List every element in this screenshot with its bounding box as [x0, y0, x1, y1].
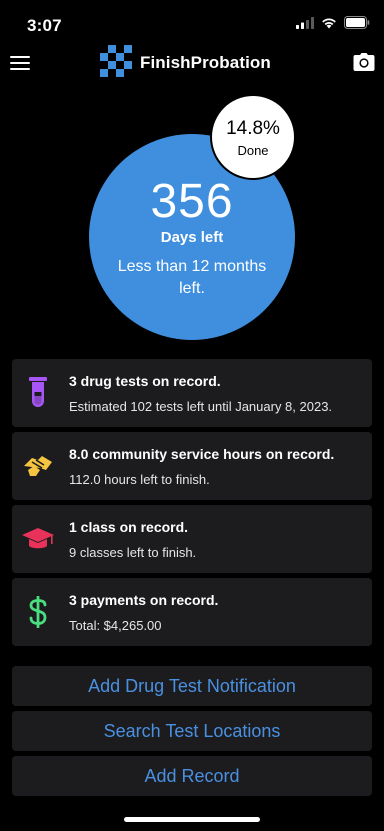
percent-done-badge: 14.8% Done — [212, 96, 294, 178]
camera-icon[interactable] — [353, 53, 375, 71]
status-time: 3:07 — [27, 16, 62, 35]
drug-tests-card[interactable]: 3 drug tests on record. Estimated 102 te… — [12, 359, 372, 427]
card-subtitle: 9 classes left to finish. — [69, 545, 197, 560]
checkered-logo-icon — [100, 44, 132, 82]
days-left-value: 356 — [150, 175, 234, 228]
classes-card[interactable]: 1 class on record. 9 classes left to fin… — [12, 505, 372, 573]
status-bar: 3:07 — [0, 0, 384, 44]
home-indicator[interactable] — [124, 817, 260, 822]
status-icons — [296, 16, 370, 34]
wifi-icon — [321, 16, 337, 34]
add-record-button[interactable]: Add Record — [12, 756, 372, 796]
percent-done-value: 14.8% — [226, 118, 280, 139]
dollar-sign-icon — [22, 596, 54, 628]
community-service-card[interactable]: 8.0 community service hours on record. 1… — [12, 432, 372, 500]
search-test-locations-button[interactable]: Search Test Locations — [12, 711, 372, 751]
test-tube-icon — [22, 377, 54, 409]
app-logo: FinishProbation — [100, 44, 271, 82]
days-left-label: Days left — [160, 229, 224, 246]
cellular-signal-icon — [296, 16, 314, 34]
card-subtitle: Estimated 102 tests left until January 8… — [69, 399, 333, 414]
card-title: 3 drug tests on record. — [69, 373, 221, 389]
graduation-cap-icon — [22, 523, 54, 555]
handshake-icon — [22, 450, 54, 482]
add-drug-test-notification-button[interactable]: Add Drug Test Notification — [12, 666, 372, 706]
card-subtitle: Total: $4,265.00 — [69, 618, 162, 633]
navigation-bar: FinishProbation — [0, 44, 384, 84]
card-title: 1 class on record. — [69, 519, 189, 535]
card-title: 3 payments on record. — [69, 592, 219, 608]
card-subtitle: 112.0 hours left to finish. — [69, 472, 210, 487]
card-title: 8.0 community service hours on record. — [69, 446, 335, 462]
app-name: FinishProbation — [140, 53, 271, 72]
battery-icon — [344, 16, 370, 34]
payments-card[interactable]: 3 payments on record. Total: $4,265.00 — [12, 578, 372, 646]
hamburger-menu-icon[interactable] — [10, 52, 32, 74]
time-remaining-text: Less than 12 months left. — [117, 258, 267, 297]
progress-summary: 356 Days left Less than 12 months left. … — [0, 84, 384, 354]
done-label: Done — [237, 143, 269, 158]
